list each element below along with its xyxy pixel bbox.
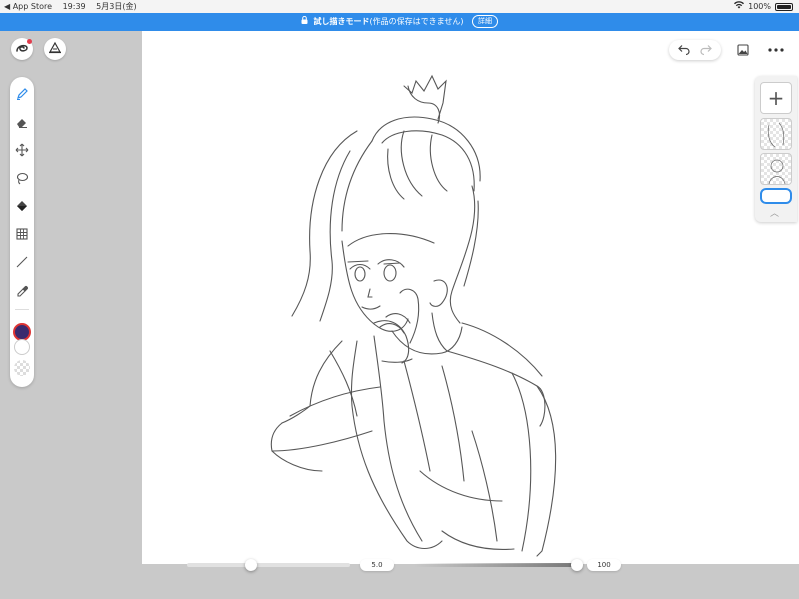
battery-icon xyxy=(775,2,793,11)
back-to-app-store-link[interactable]: ◀ App Store xyxy=(4,2,52,11)
trial-mode-note: (作品の保存はできません) xyxy=(369,17,464,26)
sub-color-swatch[interactable] xyxy=(14,339,30,355)
pen-icon xyxy=(17,88,28,100)
status-time: 19:39 xyxy=(62,2,86,11)
tool-bar xyxy=(10,77,34,387)
lasso-icon xyxy=(16,172,29,185)
brush-size-slider[interactable] xyxy=(187,559,350,571)
layer-thumbnail-2[interactable] xyxy=(760,153,792,185)
undo-redo-group xyxy=(669,40,721,60)
fill-tool-button[interactable] xyxy=(14,198,30,214)
filter-tool-button[interactable] xyxy=(14,226,30,242)
line-tool-button[interactable] xyxy=(14,254,30,270)
brush-size-thumb[interactable] xyxy=(244,559,257,571)
brush-opacity-value: 100 xyxy=(587,559,621,571)
active-layer[interactable] xyxy=(760,188,792,204)
brush-opacity-slider[interactable] xyxy=(414,559,583,571)
brush-opacity-thumb[interactable] xyxy=(571,559,583,571)
battery-percent: 100% xyxy=(748,2,771,11)
trial-mode-banner: 試し描きモード(作品の保存はできません) 詳細 xyxy=(0,13,799,31)
ruler-button[interactable] xyxy=(44,38,66,60)
layer-figure-preview xyxy=(768,159,786,184)
lasso-tool-button[interactable] xyxy=(14,170,30,186)
opacity-gradient xyxy=(414,563,577,567)
line-icon xyxy=(16,256,28,268)
layer-sketch-preview xyxy=(767,122,785,148)
more-options-button[interactable] xyxy=(764,40,788,60)
layer-thumbnail-1[interactable] xyxy=(760,118,792,150)
redo-button[interactable] xyxy=(700,41,712,60)
detail-button[interactable]: 詳細 xyxy=(472,15,499,28)
undo-button[interactable] xyxy=(678,41,690,60)
tool-divider xyxy=(15,309,29,310)
status-date: 5月3日(金) xyxy=(96,2,137,11)
move-icon xyxy=(15,143,29,157)
brush-size-value: 5.0 xyxy=(360,559,394,571)
eraser-tool-button[interactable] xyxy=(14,114,30,130)
ruler-icon xyxy=(48,40,62,59)
undo-icon xyxy=(678,44,690,55)
status-bar: ◀ App Store 19:39 5月3日(金) 100% xyxy=(0,0,799,13)
drawing-canvas[interactable] xyxy=(142,31,799,564)
pen-tool-button[interactable] xyxy=(14,86,30,102)
lock-icon xyxy=(301,13,308,31)
layers-panel: + ︿ xyxy=(755,76,797,222)
transparent-color-swatch[interactable] xyxy=(14,360,30,376)
wifi-icon xyxy=(734,0,745,13)
more-icon xyxy=(768,48,784,52)
eyedropper-icon xyxy=(17,286,28,297)
trial-mode-title: 試し描きモード xyxy=(313,17,370,26)
fill-icon xyxy=(17,201,27,211)
filter-icon xyxy=(16,228,28,240)
chevron-up-icon[interactable]: ︿ xyxy=(770,206,779,219)
add-layer-button[interactable]: + xyxy=(760,82,792,114)
sketch-drawing xyxy=(270,74,557,557)
notification-dot xyxy=(27,39,32,44)
redo-icon xyxy=(700,44,712,55)
image-icon xyxy=(737,44,749,56)
app-menu-button[interactable] xyxy=(11,38,33,60)
eraser-icon xyxy=(17,119,27,128)
gallery-button[interactable] xyxy=(733,40,753,60)
eyedropper-tool-button[interactable] xyxy=(14,282,30,298)
move-tool-button[interactable] xyxy=(14,142,30,158)
